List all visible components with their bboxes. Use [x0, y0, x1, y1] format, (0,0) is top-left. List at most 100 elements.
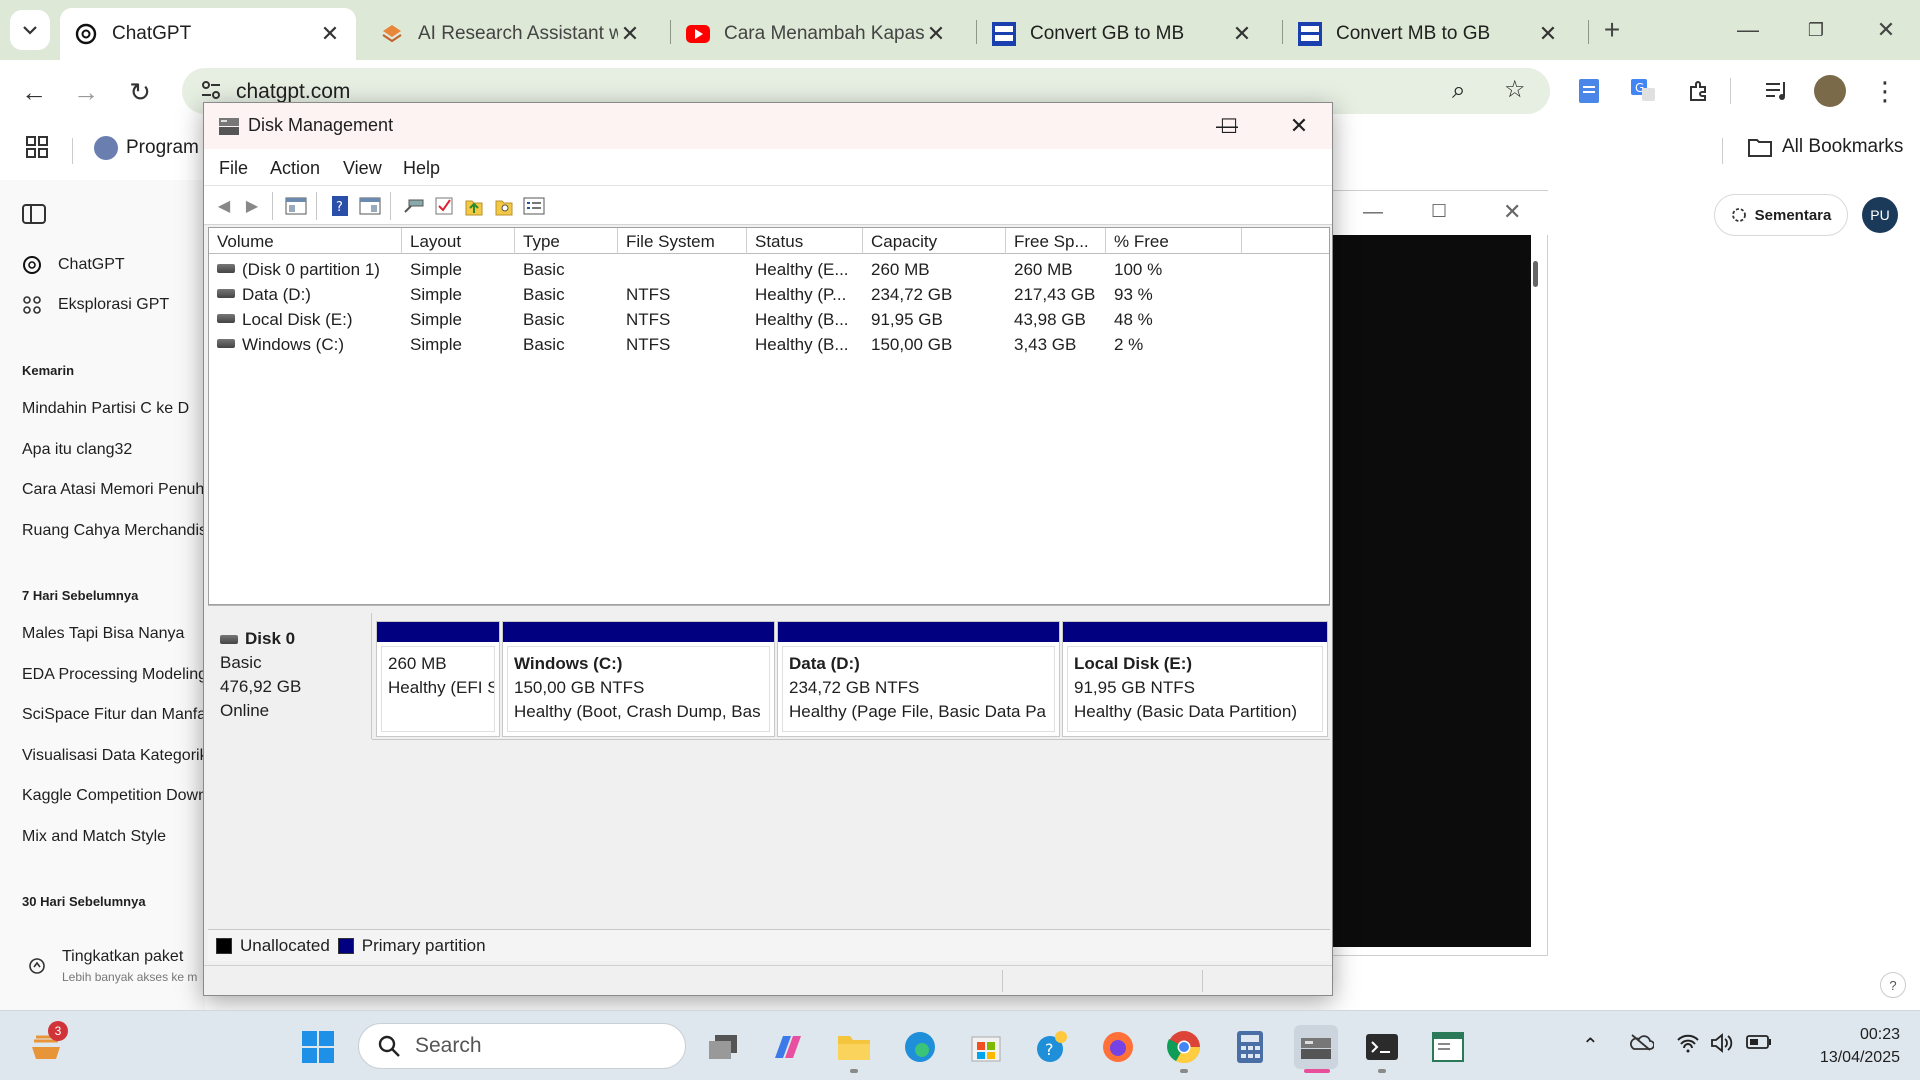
- chat-history-item[interactable]: Ruang Cahya Merchandise: [22, 522, 205, 540]
- volume-row[interactable]: Windows (C:) Simple Basic NTFS Healthy (…: [209, 333, 1329, 358]
- minimize-button[interactable]: —: [1728, 12, 1768, 48]
- disk-management-taskbar-icon[interactable]: [1294, 1025, 1338, 1069]
- bookmark-star-icon[interactable]: ☆: [1504, 75, 1526, 104]
- chat-history-item[interactable]: Mix and Match Style: [22, 828, 205, 846]
- chat-history-item[interactable]: Visualisasi Data Kategorik: [22, 747, 205, 765]
- notepad-app-icon[interactable]: [1426, 1025, 1470, 1069]
- chat-history-item[interactable]: EDA Processing Modeling: [22, 666, 205, 684]
- wifi-icon[interactable]: [1676, 1033, 1700, 1059]
- toggle-sidebar-icon[interactable]: [22, 204, 46, 224]
- column-header-percent-free[interactable]: % Free: [1106, 228, 1242, 254]
- column-header-file-system[interactable]: File System: [618, 228, 747, 254]
- connect-disk-icon[interactable]: [402, 194, 426, 218]
- forward-arrow-icon[interactable]: ▶: [240, 194, 264, 218]
- firefox-icon[interactable]: [1096, 1025, 1140, 1069]
- partition-windows-c[interactable]: Windows (C:) 150,00 GB NTFS Healthy (Boo…: [502, 621, 775, 737]
- tab-ai-research[interactable]: AI Research Assistant wit ✕: [366, 8, 656, 60]
- close-window-button[interactable]: ✕: [1276, 109, 1322, 143]
- profile-avatar[interactable]: [1814, 75, 1846, 107]
- tab-search-button[interactable]: [10, 10, 50, 50]
- partition-efi[interactable]: 260 MB Healthy (EFI S: [376, 621, 500, 737]
- close-window-button[interactable]: ✕: [1503, 199, 1521, 225]
- disk-0-label[interactable]: Disk 0 Basic 476,92 GB Online: [208, 613, 372, 739]
- menu-file[interactable]: File: [219, 158, 248, 179]
- column-header-capacity[interactable]: Capacity: [863, 228, 1006, 254]
- widgets-icon[interactable]: 3: [24, 1021, 68, 1069]
- column-header-volume[interactable]: Volume: [209, 228, 402, 254]
- help-button[interactable]: ?: [1880, 972, 1906, 998]
- user-avatar[interactable]: PU: [1862, 197, 1898, 233]
- volume-row[interactable]: Local Disk (E:) Simple Basic NTFS Health…: [209, 308, 1329, 333]
- all-bookmarks[interactable]: All Bookmarks: [1748, 136, 1903, 158]
- system-clock[interactable]: 00:23 13/04/2025: [1780, 1023, 1900, 1069]
- minimize-button[interactable]: —: [1363, 201, 1383, 224]
- new-tab-button[interactable]: +: [1592, 12, 1632, 48]
- media-control-icon[interactable]: [1760, 74, 1794, 108]
- tab-youtube[interactable]: Cara Menambah Kapasita ✕: [672, 8, 962, 60]
- volume-row[interactable]: (Disk 0 partition 1) Simple Basic Health…: [209, 258, 1329, 283]
- chat-history-item[interactable]: Cara Atasi Memori Penuh: [22, 481, 205, 499]
- chat-history-item[interactable]: Apa itu clang32: [22, 441, 205, 459]
- battery-icon[interactable]: [1746, 1033, 1772, 1056]
- show-hide-tree-icon[interactable]: [284, 194, 308, 218]
- column-header-status[interactable]: Status: [747, 228, 863, 254]
- close-tab-icon[interactable]: ✕: [318, 21, 342, 46]
- volume-speaker-icon[interactable]: [1710, 1033, 1734, 1059]
- forward-button[interactable]: →: [66, 72, 106, 112]
- onedrive-offline-icon[interactable]: [1628, 1033, 1655, 1057]
- task-view-icon[interactable]: [702, 1025, 746, 1069]
- partition-local-disk-e[interactable]: Local Disk (E:) 91,95 GB NTFS Healthy (B…: [1062, 621, 1328, 737]
- show-hidden-icons-chevron-icon[interactable]: ⌃: [1582, 1033, 1599, 1058]
- upgrade-plan[interactable]: Tingkatkan paket Lebih banyak akses ke m: [28, 948, 197, 984]
- chat-history-item[interactable]: Males Tapi Bisa Nanya: [22, 625, 205, 643]
- chrome-icon[interactable]: [1162, 1025, 1206, 1069]
- tab-chatgpt[interactable]: ChatGPT ✕: [60, 8, 356, 60]
- get-help-icon[interactable]: ?: [1030, 1025, 1074, 1069]
- folder-up-icon[interactable]: [462, 194, 486, 218]
- close-tab-icon[interactable]: ✕: [924, 21, 948, 46]
- translate-extension-icon[interactable]: G: [1626, 74, 1660, 108]
- back-button[interactable]: ←: [14, 72, 54, 112]
- column-header-layout[interactable]: Layout: [402, 228, 515, 254]
- maximize-button[interactable]: ☐: [1206, 109, 1252, 143]
- terminal-content[interactable]: [1331, 235, 1531, 947]
- sidebar-item-explore[interactable]: Eksplorasi GPT: [22, 295, 169, 315]
- close-tab-icon[interactable]: ✕: [1230, 21, 1254, 46]
- calculator-icon[interactable]: [1228, 1025, 1272, 1069]
- tab-convert-mb-gb[interactable]: Convert MB to GB ✕: [1284, 8, 1574, 60]
- properties-list-icon[interactable]: [522, 194, 546, 218]
- reload-button[interactable]: ↻: [120, 72, 160, 112]
- partition-data-d[interactable]: Data (D:) 234,72 GB NTFS Healthy (Page F…: [777, 621, 1060, 737]
- file-explorer-icon[interactable]: [832, 1025, 876, 1069]
- menu-help[interactable]: Help: [403, 158, 440, 179]
- terminal-window[interactable]: — ☐ ✕: [1320, 190, 1549, 956]
- column-header-free-space[interactable]: Free Sp...: [1006, 228, 1106, 254]
- menu-action[interactable]: Action: [270, 158, 320, 179]
- taskbar-search-box[interactable]: Search: [358, 1023, 686, 1069]
- maximize-button[interactable]: ☐: [1431, 201, 1447, 222]
- folder-search-icon[interactable]: [492, 194, 516, 218]
- copilot-icon[interactable]: [766, 1025, 810, 1069]
- apps-grid-icon[interactable]: [26, 136, 48, 158]
- pane-splitter[interactable]: [208, 605, 1330, 613]
- close-tab-icon[interactable]: ✕: [1536, 21, 1560, 46]
- volume-row[interactable]: Data (D:) Simple Basic NTFS Healthy (P..…: [209, 283, 1329, 308]
- menu-kebab-icon[interactable]: ⋮: [1868, 74, 1902, 108]
- docs-extension-icon[interactable]: [1572, 74, 1606, 108]
- sidebar-item-chatgpt[interactable]: ChatGPT: [22, 255, 125, 275]
- volume-list[interactable]: Volume Layout Type File System Status Ca…: [208, 227, 1330, 605]
- chat-history-item[interactable]: SciSpace Fitur dan Manfaat: [22, 706, 205, 724]
- store-icon[interactable]: [964, 1025, 1008, 1069]
- zoom-icon[interactable]: ⌕: [1452, 77, 1465, 105]
- column-header-type[interactable]: Type: [515, 228, 618, 254]
- bookmark-program[interactable]: Program: [94, 136, 199, 160]
- extensions-puzzle-icon[interactable]: [1682, 74, 1716, 108]
- temporary-chat-button[interactable]: Sementara: [1714, 194, 1848, 236]
- help-book-icon[interactable]: ?: [328, 194, 352, 218]
- back-arrow-icon[interactable]: ◀: [212, 194, 236, 218]
- chat-history-item[interactable]: Mindahin Partisi C ke D: [22, 400, 205, 418]
- chat-history-item[interactable]: Kaggle Competition Down: [22, 787, 205, 805]
- restore-button[interactable]: ❐: [1796, 12, 1836, 48]
- close-tab-icon[interactable]: ✕: [618, 21, 642, 46]
- tab-convert-gb-mb[interactable]: Convert GB to MB ✕: [978, 8, 1268, 60]
